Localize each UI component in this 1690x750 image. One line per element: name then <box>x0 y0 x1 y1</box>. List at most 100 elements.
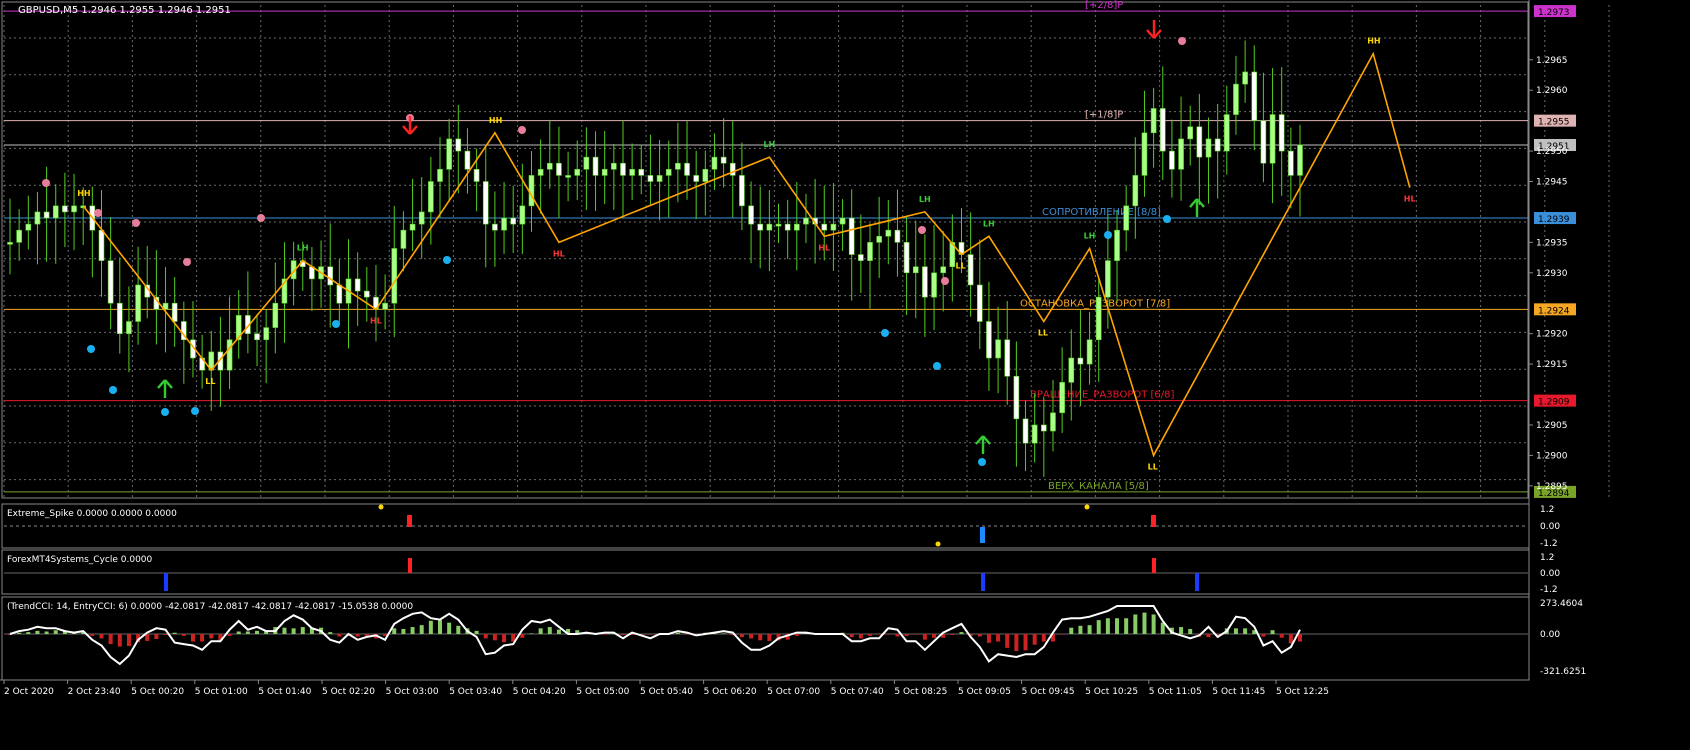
cci-bar <box>1243 628 1248 634</box>
candle-body <box>528 175 535 207</box>
signal-dot-blue <box>161 408 169 416</box>
indicator-tick-label: 0.00 <box>1540 569 1560 579</box>
time-tick-label: 5 Oct 11:05 <box>1149 687 1202 697</box>
cci-bar <box>1261 634 1266 637</box>
cci-bar <box>721 633 726 634</box>
candle-body <box>1224 114 1230 152</box>
candle-body <box>894 229 901 243</box>
cci-bar <box>886 634 891 635</box>
cci-bar <box>300 627 305 634</box>
cycle-bar <box>408 558 412 573</box>
candle-body <box>1114 229 1120 261</box>
cci-bar <box>620 634 625 635</box>
cci-bar <box>538 628 543 634</box>
signal-dot-pink <box>1178 37 1186 45</box>
candle-body <box>1095 296 1102 341</box>
cci-bar <box>117 634 122 647</box>
cci-bar <box>1298 634 1302 642</box>
cci-bar <box>456 625 461 634</box>
candle-body <box>62 205 68 213</box>
price-tick-label: 1.2950 <box>1536 147 1568 157</box>
cci-bar <box>17 632 22 634</box>
signal-dot-pink <box>183 258 191 266</box>
cci-bar <box>1115 618 1120 634</box>
cci-bar <box>1151 614 1156 634</box>
time-tick-label: 5 Oct 09:05 <box>958 687 1011 697</box>
price-tick-label: 1.2945 <box>1536 178 1568 188</box>
cci-bar <box>99 634 104 639</box>
candle-body <box>1242 71 1248 85</box>
signal-dot-blue <box>933 362 941 370</box>
cci-bar <box>1279 634 1284 638</box>
cci-bar <box>172 632 177 634</box>
extreme-spike-pane[interactable]: Extreme_Spike 0.0000 0.0000 0.0000 1.2 0.0… <box>1 503 1560 549</box>
candle-body <box>52 205 59 219</box>
candle-body <box>1041 424 1047 432</box>
candle-body <box>922 266 928 298</box>
candle-body <box>400 229 407 249</box>
cycle-pane[interactable]: ForexMT4Systems_Cycle 0.0000 1.2 0.00 -1.2 <box>1 549 1560 595</box>
signal-dot-blue <box>881 329 889 337</box>
trend-cci-pane[interactable]: (TrendCCI: 14, EntryCCI: 6) 0.0000 -42.0… <box>1 596 1586 681</box>
cci-bar <box>419 625 424 634</box>
candle-body <box>1123 205 1129 231</box>
candle-body <box>1004 339 1011 377</box>
candle-body <box>482 181 489 225</box>
cci-bar <box>1233 628 1238 634</box>
spike-dot <box>935 541 941 547</box>
candle-body <box>1068 357 1075 383</box>
candle-body <box>364 290 370 298</box>
candle-body <box>1031 424 1038 444</box>
candle-body <box>428 181 434 213</box>
candle-body <box>1132 175 1139 207</box>
indicator-tick-label: 273.4604 <box>1540 599 1583 609</box>
candle-body <box>720 156 727 164</box>
cci-bar <box>108 634 113 645</box>
candle-body <box>464 150 471 170</box>
candle-body <box>693 175 699 182</box>
time-tick-label: 2 Oct 23:40 <box>68 687 121 697</box>
candle-body <box>391 248 398 304</box>
cci-bar <box>556 629 561 634</box>
candle-body <box>473 169 480 182</box>
candle-body <box>848 217 855 255</box>
candle-body <box>1150 108 1157 134</box>
candle-body <box>116 302 123 334</box>
chart-title: GBPUSD,M5 1.2946 1.2955 1.2946 1.2951 <box>18 5 231 16</box>
signal-dot-blue <box>191 407 199 415</box>
signal-dot-blue <box>87 345 95 353</box>
cci-bar <box>1041 634 1046 642</box>
time-tick-label: 5 Oct 01:40 <box>258 687 311 697</box>
candle-body <box>757 223 764 231</box>
candle-body <box>492 223 498 231</box>
cci-bar <box>502 634 507 643</box>
candle-body <box>821 223 828 231</box>
candle-body <box>903 242 910 274</box>
time-tick-label: 5 Oct 06:20 <box>704 687 757 697</box>
candle-body <box>611 162 617 170</box>
zigzag-label: LH <box>297 244 309 253</box>
cci-bar <box>90 634 95 636</box>
signal-dot-blue <box>978 458 986 466</box>
signal-dot-blue <box>1163 215 1171 223</box>
price-tick-label: 1.2905 <box>1536 421 1568 431</box>
trading-chart[interactable]: [+2/8]P1.2973[+1/8]P1.29551.2951СОПРОТИВ… <box>0 0 1690 750</box>
indicator-tick-label: 1.2 <box>1540 553 1554 563</box>
indicator-tick-label: -321.6251 <box>1540 667 1586 677</box>
level-label: ВЕРХ_КАНАЛА [5/8] <box>1048 481 1149 492</box>
candle-body <box>409 223 416 231</box>
cci-bar <box>1288 634 1293 644</box>
time-tick-label: 5 Oct 00:20 <box>131 687 184 697</box>
cci-bar <box>1087 625 1092 634</box>
cycle-bar <box>164 573 168 591</box>
cci-bar <box>868 634 872 636</box>
cci-bar <box>1142 612 1147 634</box>
candle-body <box>7 242 13 245</box>
zigzag-label: HH <box>489 116 502 125</box>
time-tick-label: 5 Oct 04:20 <box>513 687 566 697</box>
cci-bar <box>648 634 653 635</box>
cci-bar <box>685 634 690 635</box>
price-tick-label: 1.2935 <box>1536 238 1568 248</box>
zigzag-label: HL <box>553 249 565 258</box>
cci-bar <box>410 627 415 634</box>
